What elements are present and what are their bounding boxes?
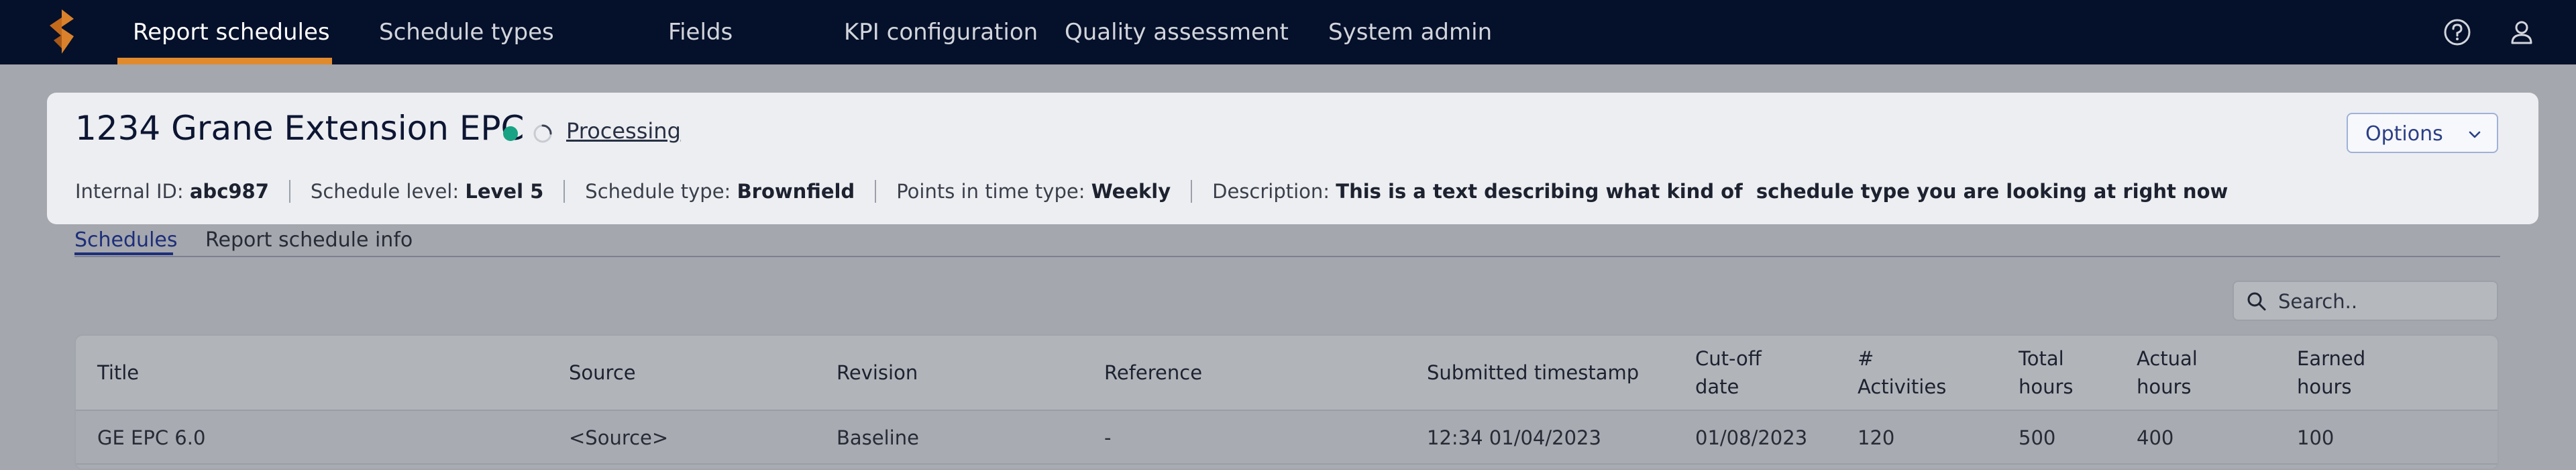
table-header: Title Source Revision Reference Submitte… [76, 336, 2498, 411]
tab-schedules[interactable]: Schedules [74, 228, 178, 252]
column-header-actual-hours[interactable]: Actual hours [2137, 336, 2198, 410]
column-header-reference[interactable]: Reference [1104, 336, 1202, 410]
column-header-earned-hours[interactable]: Earned hours [2297, 336, 2365, 410]
spinner-icon [533, 124, 552, 143]
nav-schedule-types[interactable]: Schedule types [379, 0, 554, 64]
nav-fields[interactable]: Fields [668, 0, 733, 64]
cell-total-hours: 500 [2019, 426, 2056, 449]
schedule-meta: Internal ID: abc987 Schedule level: Leve… [75, 180, 2228, 203]
nav-report-schedules[interactable]: Report schedules [133, 0, 330, 64]
nav-quality-assessment[interactable]: Quality assessment [1065, 0, 1289, 64]
column-header-cut-off-date[interactable]: Cut-off date [1695, 336, 1762, 410]
cell-title: GE EPC 6.0 [97, 426, 206, 449]
page-title: 1234 Grane Extension EPC [75, 109, 525, 148]
meta-description: Description: This is a text describing w… [1212, 180, 2229, 203]
meta-schedule-type: Schedule type: Brownfield [585, 180, 855, 203]
nav-system-admin[interactable]: System admin [1328, 0, 1492, 64]
cell-reference: - [1104, 426, 1112, 449]
nav-kpi-configuration[interactable]: KPI configuration [844, 0, 1038, 64]
user-icon[interactable] [2507, 17, 2536, 47]
tab-divider [74, 256, 2500, 257]
cell-activities: 120 [1858, 426, 1895, 449]
divider [1191, 180, 1193, 203]
logo-icon[interactable] [47, 8, 76, 55]
cell-submitted-timestamp: 12:34 01/04/2023 [1427, 426, 1601, 449]
search-box[interactable] [2233, 281, 2498, 321]
tab-report-schedule-info[interactable]: Report schedule info [205, 228, 413, 252]
schedule-header-card: 1234 Grane Extension EPC Processing Opti… [47, 93, 2538, 224]
meta-internal-id: Internal ID: abc987 [75, 180, 269, 203]
search-input[interactable] [2277, 287, 2487, 316]
top-nav: Report schedules Schedule types Fields K… [0, 0, 2576, 64]
divider [875, 180, 877, 203]
column-header-title[interactable]: Title [97, 336, 139, 410]
tab-active-indicator [74, 252, 173, 255]
divider [564, 180, 566, 203]
processing-link[interactable]: Processing [566, 118, 681, 144]
nav-active-indicator [117, 58, 332, 64]
column-header-source[interactable]: Source [569, 336, 636, 410]
cell-actual-hours: 400 [2137, 426, 2174, 449]
options-button[interactable]: Options [2347, 113, 2498, 153]
column-header-activities[interactable]: # Activities [1858, 336, 1946, 410]
search-icon [2247, 292, 2266, 311]
cell-cut-off-date: 01/08/2023 [1695, 426, 1808, 449]
options-label: Options [2365, 122, 2443, 146]
column-header-total-hours[interactable]: Total hours [2019, 336, 2074, 410]
meta-schedule-level: Schedule level: Level 5 [310, 180, 544, 203]
schedules-table: Title Source Revision Reference Submitte… [74, 334, 2499, 470]
row-divider [76, 463, 2498, 465]
column-header-submitted-timestamp[interactable]: Submitted timestamp [1427, 336, 1639, 410]
chevron-down-icon [2469, 131, 2481, 138]
help-icon[interactable] [2443, 17, 2472, 47]
divider [288, 180, 290, 203]
column-header-revision[interactable]: Revision [837, 336, 918, 410]
cell-source: <Source> [569, 426, 669, 449]
meta-points-in-time: Points in time type: Weekly [896, 180, 1171, 203]
status-dot [503, 126, 518, 141]
cell-revision: Baseline [837, 426, 919, 449]
cell-earned-hours: 100 [2297, 426, 2334, 449]
